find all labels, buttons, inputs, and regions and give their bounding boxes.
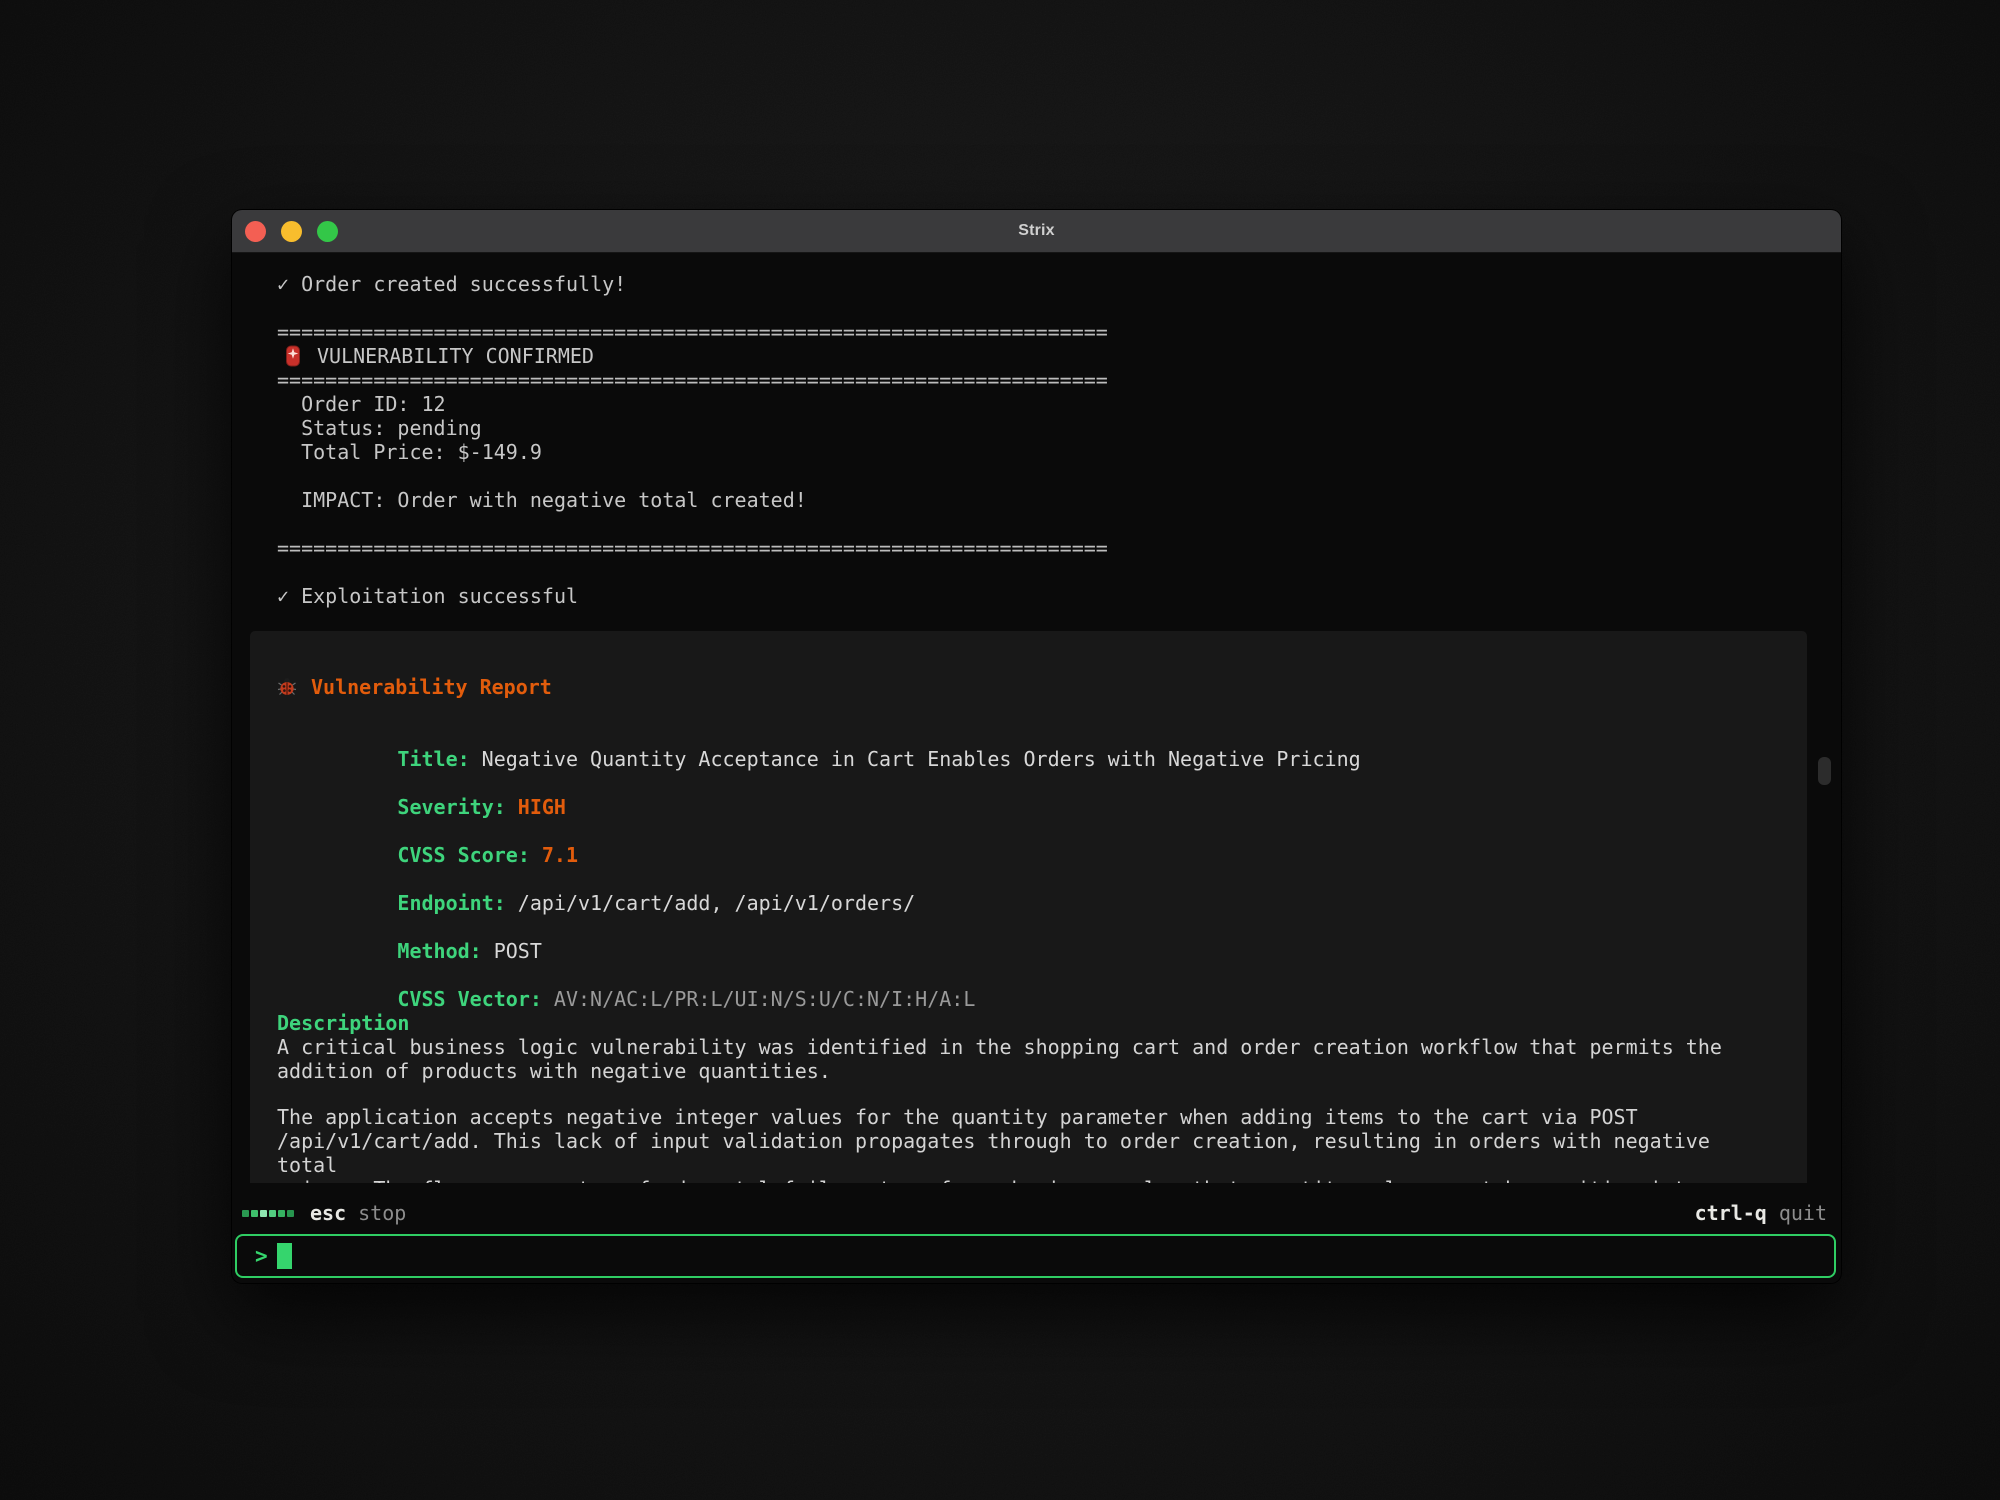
severity-badge: HIGH (518, 795, 566, 819)
title-label: Title: (397, 747, 469, 771)
vulnerability-report-panel: Vulnerability Report Title:Negative Quan… (250, 631, 1807, 1183)
report-cvss-vector-field: CVSS Vector:AV:N/AC:L/PR:L/UI:N/S:U/C:N/… (277, 963, 1780, 987)
status-right: ctrl-q quit (1695, 1201, 1827, 1225)
description-heading: Description (277, 1011, 1780, 1035)
severity-label: Severity: (397, 795, 505, 819)
description-paragraph-2: The application accepts negative integer… (277, 1105, 1780, 1183)
ladybug-icon (277, 677, 297, 697)
stop-action-label: stop (358, 1201, 406, 1225)
separator-line: ========================================… (277, 368, 1841, 392)
cvss-vector-label: CVSS Vector: (397, 987, 542, 1011)
cvss-vector-value: AV:N/AC:L/PR:L/UI:N/S:U/C:N/I:H/A:L (554, 987, 975, 1011)
status-bar: esc stop ctrl-q quit (232, 1192, 1841, 1234)
vulnerability-confirmed-label: VULNERABILITY CONFIRMED (317, 344, 594, 368)
window-title: Strix (232, 222, 1841, 240)
ctrl-q-key-hint[interactable]: ctrl-q (1695, 1201, 1767, 1225)
terminal-log: ✓ Order created successfully! ==========… (232, 253, 1841, 608)
text-cursor (277, 1243, 292, 1269)
command-input[interactable]: > (235, 1234, 1836, 1278)
report-method-field: Method:POST (277, 915, 1780, 939)
report-header: Vulnerability Report (277, 675, 1780, 699)
endpoint-value: /api/v1/cart/add, /api/v1/orders/ (518, 891, 915, 915)
prompt-chevron: > (255, 1244, 268, 1268)
report-title-field: Title:Negative Quantity Acceptance in Ca… (277, 723, 1780, 747)
exploitation-success-line: ✓ Exploitation successful (277, 584, 1841, 608)
report-endpoint-field: Endpoint:/api/v1/cart/add, /api/v1/order… (277, 867, 1780, 891)
desktop: Strix ✓ Order created successfully! ====… (0, 0, 2000, 1500)
method-value: POST (494, 939, 542, 963)
esc-key-hint[interactable]: esc (310, 1201, 346, 1225)
titlebar[interactable]: Strix (232, 210, 1841, 253)
separator-line: ========================================… (277, 536, 1841, 560)
terminal-output[interactable]: ✓ Order created successfully! ==========… (232, 253, 1841, 1183)
status-left: esc stop (242, 1201, 406, 1225)
report-cvss-score-field: CVSS Score:7.1 (277, 819, 1780, 843)
method-label: Method: (397, 939, 481, 963)
endpoint-label: Endpoint: (397, 891, 505, 915)
order-success-line: ✓ Order created successfully! (277, 272, 1841, 296)
total-price-line: Total Price: $-149.9 (277, 440, 1841, 464)
cvss-score-label: CVSS Score: (397, 843, 529, 867)
description-paragraph-1: A critical business logic vulnerability … (277, 1035, 1780, 1083)
separator-line: ========================================… (277, 320, 1841, 344)
impact-line: IMPACT: Order with negative total create… (277, 488, 1841, 512)
order-status-line: Status: pending (277, 416, 1841, 440)
vulnerability-confirmed-line: VULNERABILITY CONFIRMED (277, 344, 1841, 368)
order-id-line: Order ID: 12 (277, 392, 1841, 416)
title-value: Negative Quantity Acceptance in Cart Ena… (482, 747, 1361, 771)
activity-spinner-icon (242, 1210, 294, 1217)
strix-terminal-window: Strix ✓ Order created successfully! ====… (232, 210, 1841, 1283)
report-header-label: Vulnerability Report (311, 675, 552, 699)
scrollbar-thumb[interactable] (1818, 757, 1831, 785)
cvss-score-value: 7.1 (542, 843, 578, 867)
quit-action-label: quit (1779, 1201, 1827, 1225)
report-severity-field: Severity:HIGH (277, 771, 1780, 795)
siren-icon (283, 345, 303, 367)
